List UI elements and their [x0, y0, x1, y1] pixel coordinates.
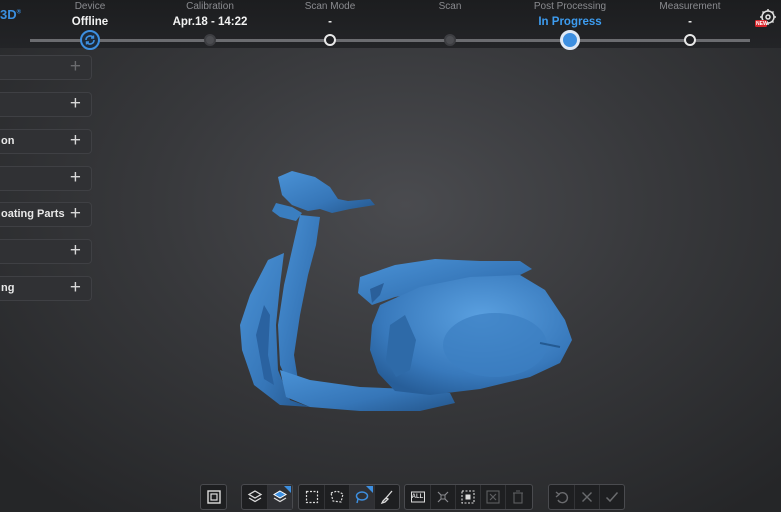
panel-button-floating-parts[interactable]: oating Parts + — [0, 202, 92, 227]
polygon-select-button[interactable] — [324, 485, 349, 509]
delete-selection-button[interactable] — [480, 485, 505, 509]
panel-button-4[interactable]: + — [0, 166, 92, 191]
save-icon — [206, 490, 221, 504]
layers-icon — [247, 490, 262, 503]
delete-selection-icon — [486, 490, 500, 504]
select-all-button[interactable]: ALL — [405, 485, 430, 509]
step-value: In Progress — [538, 16, 602, 28]
trash-icon — [513, 490, 523, 504]
cancel-button[interactable] — [574, 485, 599, 509]
step-device[interactable]: Device Offline — [20, 0, 160, 29]
apply-button[interactable] — [599, 485, 624, 509]
submenu-indicator — [284, 486, 291, 493]
active-layer-button[interactable] — [267, 485, 292, 509]
plus-icon: + — [69, 130, 81, 151]
step-value: Apr.18 - 14:22 — [172, 16, 248, 28]
layers-button[interactable] — [242, 485, 267, 509]
step-label: Measurement — [659, 1, 721, 12]
step-label: Post Processing — [533, 1, 607, 12]
toolbar-group-layers — [241, 484, 293, 510]
step-node-scan-mode[interactable] — [324, 34, 336, 46]
select-all-label: ALL — [411, 494, 424, 500]
toolbar-group-confirm — [548, 484, 625, 510]
brand-logo: 3D® — [0, 7, 22, 22]
toolbar-group-select — [298, 484, 400, 510]
rectangle-select-button[interactable] — [299, 485, 324, 509]
step-scan[interactable]: Scan — [380, 0, 520, 15]
polygon-select-icon — [330, 490, 344, 503]
step-label: Calibration — [186, 1, 234, 12]
workflow-bar: 3D® Device Offline Calibration Apr.18 - … — [0, 0, 781, 50]
brush-icon — [380, 490, 393, 505]
select-connected-icon — [461, 490, 475, 504]
brush-select-button[interactable] — [374, 485, 399, 509]
plus-icon: + — [69, 167, 81, 188]
plus-icon: + — [69, 203, 81, 224]
panel-button-3[interactable]: on + — [0, 129, 92, 154]
panel-button-1[interactable]: + — [0, 55, 92, 80]
new-badge: NEW — [756, 21, 768, 27]
plus-icon: + — [69, 240, 81, 261]
step-label: Scan Mode — [304, 1, 356, 12]
invert-selection-button[interactable] — [430, 485, 455, 509]
scooter-scan-model[interactable] — [220, 165, 580, 425]
panel-button-6[interactable]: + — [0, 239, 92, 264]
step-measurement[interactable]: Measurement - — [620, 0, 760, 29]
trash-button[interactable] — [505, 485, 530, 509]
submenu-indicator — [366, 486, 373, 493]
panel-button-label: on — [1, 135, 15, 147]
invert-selection-icon — [437, 491, 449, 503]
rectangle-select-icon — [305, 490, 318, 504]
select-connected-button[interactable] — [455, 485, 480, 509]
panel-button-7[interactable]: ng + — [0, 276, 92, 301]
settings-icon[interactable]: NEW — [755, 8, 777, 30]
plus-icon: + — [69, 56, 81, 77]
toolbar-group-selection-ops: ALL — [404, 484, 533, 510]
step-node-measurement[interactable] — [684, 34, 696, 46]
step-calibration[interactable]: Calibration Apr.18 - 14:22 — [140, 0, 280, 29]
step-node-calibration[interactable] — [204, 34, 216, 46]
panel-button-label: oating Parts — [1, 208, 65, 220]
step-value: - — [688, 16, 692, 28]
step-node-scan[interactable] — [444, 34, 456, 46]
plus-icon: + — [69, 277, 81, 298]
toolbar-group-file — [200, 484, 227, 510]
checkmark-icon — [605, 492, 619, 503]
step-node-post-processing[interactable] — [560, 30, 580, 50]
step-value: Offline — [71, 16, 109, 28]
step-scan-mode[interactable]: Scan Mode - — [260, 0, 400, 29]
undo-button[interactable] — [549, 485, 574, 509]
panel-button-label: ng — [1, 282, 15, 294]
device-sync-icon[interactable] — [80, 30, 100, 50]
save-model-button[interactable] — [201, 485, 226, 509]
step-label: Scan — [438, 1, 462, 12]
step-post-processing[interactable]: Post Processing In Progress — [500, 0, 640, 29]
workflow-track — [30, 39, 750, 42]
close-icon — [582, 492, 592, 502]
undo-icon — [555, 491, 568, 504]
step-label: Device — [74, 1, 106, 12]
panel-button-2[interactable]: + — [0, 92, 92, 117]
plus-icon: + — [69, 93, 81, 114]
lasso-select-button[interactable] — [349, 485, 374, 509]
step-value: - — [328, 16, 332, 28]
